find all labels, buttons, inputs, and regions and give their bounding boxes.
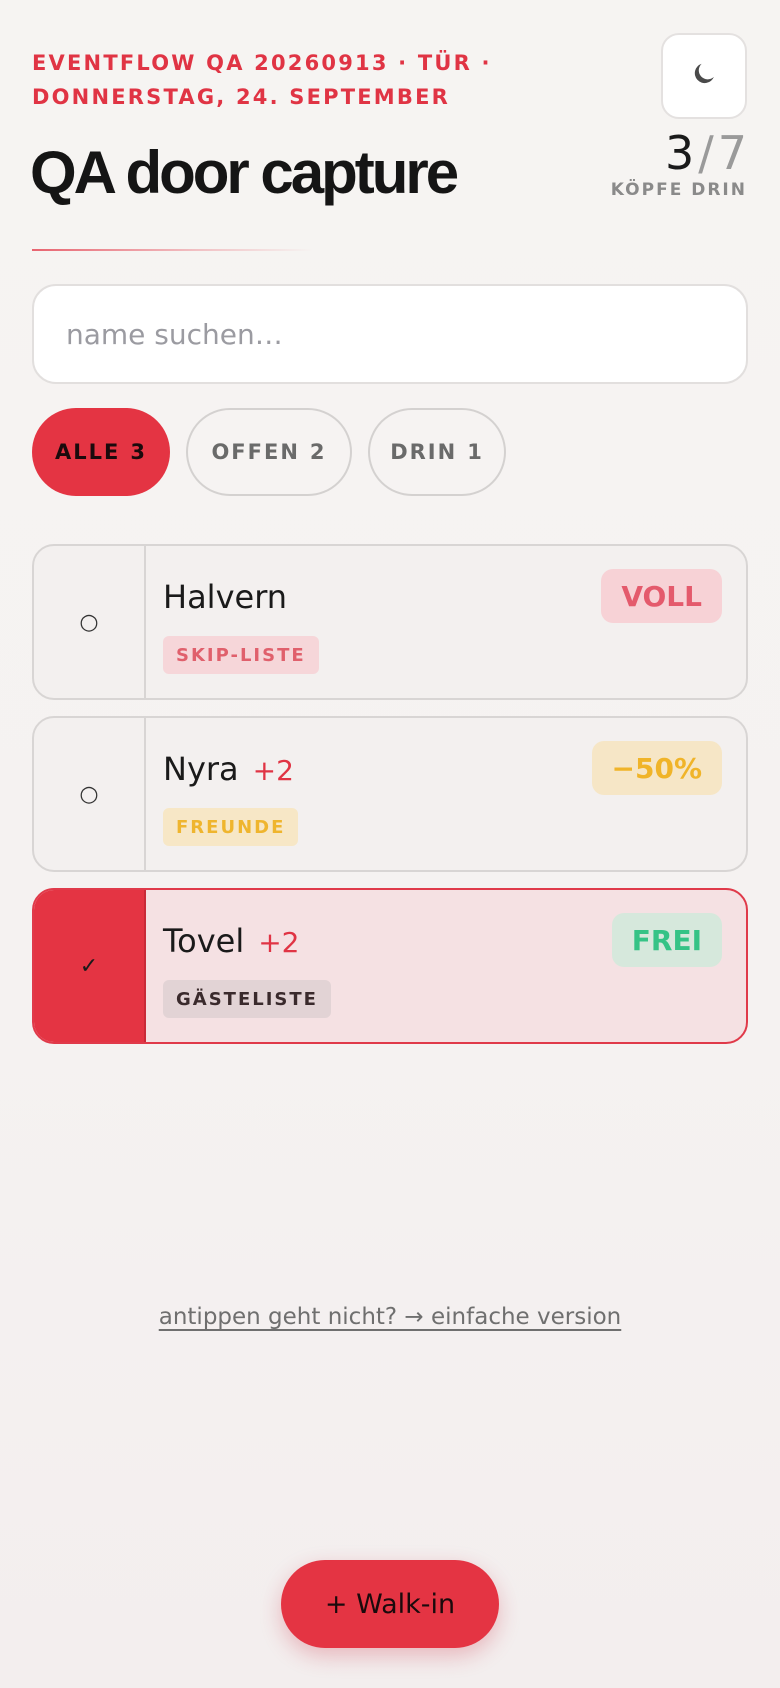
filter-inside[interactable]: DRIN 1 [368, 408, 506, 496]
headcount-capacity: 7 [717, 126, 747, 180]
checkin-toggle[interactable]: ✓ [34, 890, 146, 1042]
filter-open[interactable]: OFFEN 2 [186, 408, 352, 496]
guest-row[interactable]: ○ Halvern SKIP-LISTE VOLL [32, 544, 748, 700]
guest-row[interactable]: ✓ Tovel +2 GÄSTELISTE FREI [32, 888, 748, 1044]
checkin-toggle[interactable]: ○ [34, 718, 146, 870]
header-divider [32, 249, 312, 251]
walk-in-button[interactable]: + Walk-in [281, 1560, 499, 1648]
headcount-label: KÖPFE DRIN [610, 180, 747, 200]
guest-name: Halvern [163, 578, 287, 616]
search-input[interactable] [32, 284, 748, 384]
guest-plus-count: +2 [252, 754, 294, 787]
filter-label: OFFEN [211, 440, 300, 464]
filter-count: 2 [309, 440, 327, 464]
guest-list-tag: GÄSTELISTE [163, 980, 331, 1018]
guest-name-text: Nyra [163, 750, 239, 788]
entry-price-badge: FREI [611, 913, 722, 967]
filter-all[interactable]: ALLE 3 [32, 408, 170, 496]
entry-price-badge: VOLL [601, 569, 722, 623]
checkin-toggle[interactable]: ○ [34, 546, 146, 698]
filter-count: 3 [130, 440, 147, 464]
page-title: QA door capture [30, 139, 459, 206]
filter-label: DRIN [390, 440, 458, 464]
entry-price-badge: −50% [591, 741, 722, 795]
event-eyebrow: EVENTFLOW QA 20260913 · TÜR · DONNERSTAG… [32, 51, 492, 109]
theme-toggle-button[interactable] [661, 33, 747, 119]
guest-list-tag: FREUNDE [163, 808, 299, 846]
guest-plus-count: +2 [258, 926, 300, 959]
filter-label: ALLE [55, 440, 121, 464]
moon-icon [690, 60, 718, 92]
guest-row[interactable]: ○ Nyra +2 FREUNDE −50% [32, 716, 748, 872]
headcount-inside: 3 [664, 126, 695, 180]
headcount: 3/7 [665, 126, 747, 180]
guest-name-text: Halvern [163, 578, 288, 616]
simple-version-link[interactable]: antippen geht nicht? → einfache version [0, 1304, 780, 1330]
guest-name-text: Tovel [163, 922, 245, 960]
headcount-separator: / [698, 126, 714, 180]
guest-name: Tovel +2 [163, 922, 299, 960]
guest-list-tag: SKIP-LISTE [163, 636, 319, 674]
filter-count: 1 [467, 440, 484, 464]
guest-name: Nyra +2 [163, 750, 294, 788]
